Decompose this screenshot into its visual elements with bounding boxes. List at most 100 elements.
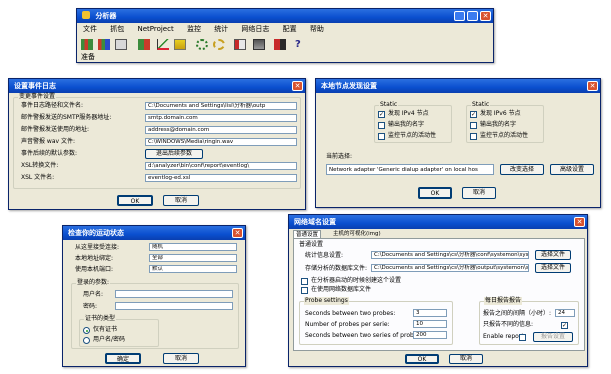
maximize-button[interactable] — [467, 11, 478, 21]
minimize-button[interactable] — [454, 11, 465, 21]
node-discovery-cancel-button[interactable]: 取消 — [462, 187, 496, 199]
cert-only-radio[interactable] — [83, 327, 90, 334]
event-log-cancel-button[interactable]: 取消 — [163, 195, 199, 206]
tb-icon-5[interactable] — [157, 39, 169, 50]
xsl-path-label: XSL转换文件: — [21, 162, 59, 169]
password-input[interactable] — [115, 302, 233, 310]
stats-choose-file-button[interactable]: 选择文件 — [535, 250, 571, 260]
tab-host-visual[interactable]: 主机的可视化(img) — [331, 231, 383, 238]
ipv4-discover-checkbox[interactable]: ✓ — [378, 111, 385, 118]
menu-file[interactable]: 文件 — [83, 25, 97, 33]
network-settings-ok-button[interactable]: OK — [405, 354, 439, 364]
network-settings-cancel-button[interactable]: 取消 — [449, 354, 483, 364]
node-discovery-title: 本地节点发现设置 — [321, 82, 377, 90]
log-path-input[interactable]: C:\Documents and Settings\lisi\分析器\outp — [145, 102, 297, 110]
change-selection-button[interactable]: 改变选择 — [500, 164, 544, 175]
app-logo-icon — [82, 11, 90, 19]
menu-netlog[interactable]: 网络日志 — [241, 25, 269, 33]
ipv4-discover-label: 发现 IPv4 节点 — [388, 110, 429, 117]
activity-check-ok-button[interactable]: 确定 — [105, 353, 141, 364]
smtp-server-input[interactable]: smtp.domain.com — [145, 114, 297, 122]
general-section-label: 普通设置 — [299, 241, 324, 248]
menu-capture[interactable]: 抓包 — [110, 25, 124, 33]
tb-icon-3[interactable] — [115, 39, 127, 50]
default-params-label: 事件后续的默认参数: — [21, 150, 78, 157]
report-settings-button[interactable]: 报告设置 — [533, 332, 573, 342]
xsl-file-label: XSL 文件名: — [21, 174, 55, 181]
tb-icon-10[interactable] — [253, 39, 265, 50]
log-path-label: 事件日志路径和文件名: — [21, 102, 84, 109]
ipv4-activity-checkbox[interactable] — [378, 133, 385, 140]
probe-interval-input[interactable]: 3 — [413, 309, 447, 317]
menu-config[interactable]: 配置 — [283, 25, 297, 33]
event-log-ok-button[interactable]: OK — [117, 195, 153, 206]
ipv4-name-label: 输出我的名字 — [388, 121, 425, 128]
node-discovery-close-button[interactable]: ✕ — [587, 81, 598, 91]
tb-icon-8[interactable] — [213, 39, 225, 50]
tb-icon-1[interactable] — [81, 39, 93, 50]
ipv6-name-checkbox[interactable] — [470, 122, 477, 129]
main-window: 分析器 ✕ 文件 抓包 NetProject 监控 统计 网络日志 配置 帮助 … — [76, 8, 494, 63]
sound-file-input[interactable]: C:\WINDOWS\Media\ringin.wav — [145, 138, 297, 146]
use-db-file-checkbox[interactable] — [301, 287, 308, 294]
create-on-start-checkbox[interactable] — [301, 278, 308, 285]
activity-check-cancel-button[interactable]: 取消 — [163, 353, 199, 364]
network-settings-close-button[interactable]: ✕ — [574, 217, 585, 227]
sender-address-input[interactable]: address@domain.com — [145, 126, 297, 134]
menu-monitor[interactable]: 监控 — [187, 25, 201, 33]
network-settings-title: 网络域名设置 — [294, 218, 336, 226]
bind-address-select[interactable]: 全部 — [149, 254, 237, 262]
stats-settings-label: 统计信息设置: — [305, 252, 344, 259]
username-label: 用户名: — [83, 291, 104, 298]
tb-icon-6[interactable] — [174, 39, 186, 50]
ipv6-discover-label: 发现 IPv6 节点 — [480, 110, 521, 117]
only-diff-checkbox[interactable]: ✓ — [561, 322, 568, 329]
probe-interval-label: Seconds between two probes: — [305, 310, 396, 317]
event-log-close-button[interactable]: ✕ — [292, 81, 303, 91]
stats-settings-input[interactable]: C:\Documents and Settings\cs\分析器\conf\sy… — [371, 251, 529, 259]
password-label: 密码: — [83, 303, 98, 310]
cert-only-label: 仅有证书 — [93, 326, 118, 333]
params-button[interactable]: 退出后续参数 — [145, 149, 203, 159]
node-discovery-ok-button[interactable]: OK — [418, 187, 452, 199]
accept-from-label: 从这里接受连接: — [75, 244, 120, 251]
tb-icon-11[interactable] — [274, 39, 286, 50]
ipv6-discover-checkbox[interactable]: ✓ — [470, 111, 477, 118]
probe-settings-group-label: Probe settings — [304, 297, 349, 305]
activity-check-title-bar: 检查你的运动状态 ✕ — [63, 226, 245, 240]
user-pass-radio[interactable] — [83, 337, 90, 344]
ipv6-activity-checkbox[interactable] — [470, 133, 477, 140]
tb-icon-9[interactable] — [234, 39, 246, 50]
enable-report-label: Enable report — [483, 333, 524, 340]
close-button[interactable]: ✕ — [480, 11, 491, 21]
ipv4-group-label: Static — [379, 101, 399, 109]
local-port-select[interactable]: 默认 — [149, 265, 237, 273]
menu-help[interactable]: 帮助 — [310, 25, 324, 33]
cert-type-group-label: 证书的类型 — [84, 315, 117, 323]
accept-from-select[interactable]: 随机 — [149, 243, 237, 251]
activity-check-close-button[interactable]: ✕ — [232, 228, 243, 238]
tb-icon-4[interactable] — [138, 39, 150, 50]
tb-icon-2[interactable] — [98, 39, 110, 50]
menu-statistics[interactable]: 统计 — [214, 25, 228, 33]
daily-report-group-label: 每日报告报告 — [484, 297, 523, 305]
help-icon[interactable]: ? — [295, 39, 307, 50]
report-interval-input[interactable]: 24 — [555, 309, 575, 317]
node-discovery-dialog: 本地节点发现设置 ✕ Static ✓ 发现 IPv4 节点 输出我的名字 监控… — [315, 78, 601, 208]
probe-count-input[interactable]: 10 — [413, 320, 447, 328]
series-interval-input[interactable]: 200 — [413, 331, 447, 339]
ipv4-name-checkbox[interactable] — [378, 122, 385, 129]
enable-report-checkbox[interactable] — [519, 334, 526, 341]
menu-bar: 文件 抓包 NetProject 监控 统计 网络日志 配置 帮助 — [83, 24, 335, 34]
advanced-settings-button[interactable]: 高级设置 — [550, 164, 594, 175]
db-file-input[interactable]: C:\Documents and Settings\cs\分析器\output\… — [371, 264, 529, 272]
menu-netproject[interactable]: NetProject — [137, 25, 173, 33]
main-title: 分析器 — [95, 12, 117, 20]
node-discovery-title-bar: 本地节点发现设置 ✕ — [316, 79, 600, 93]
tb-icon-7[interactable] — [196, 39, 208, 50]
username-input[interactable] — [115, 290, 233, 298]
xsl-file-input[interactable]: eventlog-ed.xsl — [145, 174, 297, 182]
xsl-path-input[interactable]: d:\analyzer\bin\conf\report\eventlog\ — [145, 162, 297, 170]
db-choose-file-button[interactable]: 选择文件 — [535, 263, 571, 273]
ipv4-activity-label: 监控节点的活动性 — [388, 132, 437, 139]
